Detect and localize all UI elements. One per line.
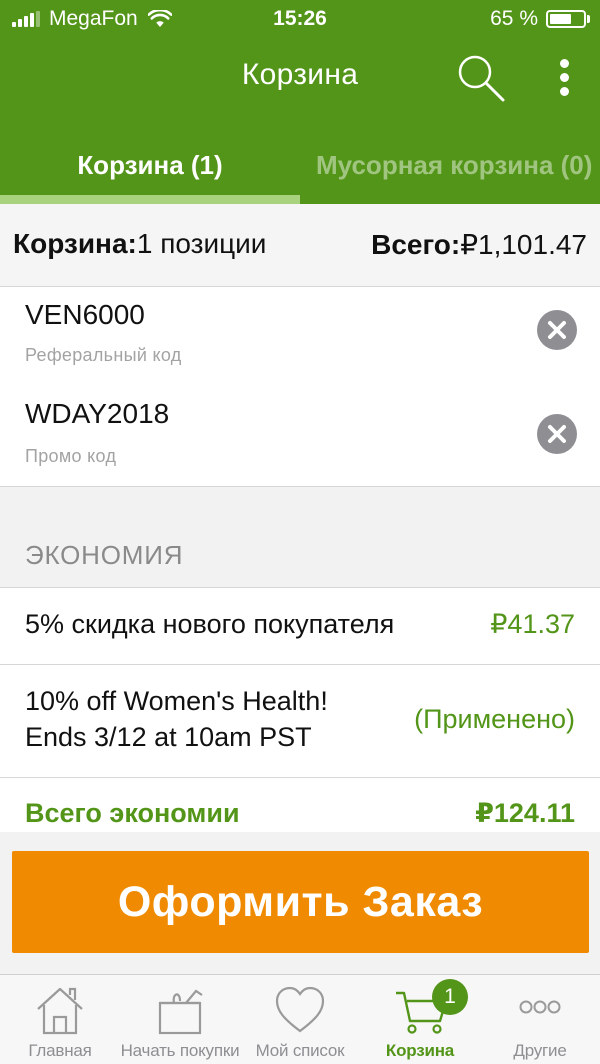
promo-code-label: Промо код (25, 446, 117, 466)
savings-item: 5% скидка нового покупателя ₽41.37 (0, 588, 600, 665)
more-vertical-icon (559, 87, 569, 96)
tab-cart[interactable]: Корзина (1) (0, 130, 300, 204)
active-tab-indicator (0, 195, 300, 204)
savings-total-row: Всего экономии ₽124.11 (0, 778, 600, 832)
bottom-tab-bar: Главная Начать покупки Мой список Корзин… (0, 974, 600, 1064)
remove-referral-code-button[interactable] (537, 310, 577, 350)
cart-count-label: Корзина: (13, 228, 137, 259)
savings-item-label-line2: Ends 3/12 at 10am PST (25, 722, 312, 752)
savings-section-header: ЭКОНОМИЯ (0, 487, 600, 588)
status-right: 65 % (490, 7, 590, 31)
savings-item: 10% off Women's Health! Ends 3/12 at 10a… (0, 665, 600, 778)
referral-code-label: Реферальный код (25, 345, 182, 365)
savings-section-title: ЭКОНОМИЯ (25, 540, 184, 570)
home-icon (37, 987, 83, 1035)
battery-cap (587, 15, 590, 23)
tabbar-item-start-shopping[interactable]: Начать покупки (120, 975, 240, 1064)
savings-item-value: ₽41.37 (490, 609, 575, 639)
savings-total-value: ₽124.11 (475, 798, 575, 828)
search-button[interactable] (455, 52, 507, 104)
tabs: Корзина (1) Мусорная корзина (0) (0, 130, 600, 204)
gift-icon (158, 989, 203, 1035)
remove-promo-code-button[interactable] (537, 414, 577, 454)
more-icon (519, 1000, 561, 1014)
battery-icon (546, 10, 586, 28)
close-icon (548, 425, 566, 443)
referral-code-value: VEN6000 (25, 299, 145, 330)
app-header: MegaFon 15:26 65 % Корзина Корзина (1) М… (0, 0, 600, 204)
cart-count-value: 1 позиции (136, 228, 267, 259)
battery-percent: 65 % (490, 7, 538, 30)
tabbar-label: Мой список (255, 1041, 345, 1060)
close-icon (548, 321, 566, 339)
savings-item-label: 10% off Women's Health! Ends 3/12 at 10a… (25, 683, 328, 755)
cart-total-label: Всего: (371, 229, 461, 260)
battery-fill (550, 14, 571, 24)
checkout-area: Оформить Заказ (0, 832, 600, 974)
tabbar-item-my-list[interactable]: Мой список (240, 975, 360, 1064)
cart-total: Всего:₽1,101.47 (371, 228, 587, 261)
cart-total-value: ₽1,101.47 (460, 229, 587, 260)
more-options-button[interactable] (548, 54, 580, 104)
promo-code-row: WDAY2018 Промо код (0, 382, 600, 487)
tab-trash[interactable]: Мусорная корзина (0) (316, 130, 592, 204)
heart-icon (275, 986, 325, 1033)
savings-item-value: (Применено) (414, 704, 575, 734)
tabbar-item-home[interactable]: Главная (0, 975, 120, 1064)
tabbar-label: Начать покупки (120, 1041, 240, 1060)
more-vertical-icon (559, 73, 569, 82)
tabbar-label: Другие (513, 1041, 567, 1060)
tabbar-label: Корзина (385, 1041, 455, 1060)
savings-item-label-line1: 10% off Women's Health! (25, 686, 328, 716)
tabbar-item-more[interactable]: Другие (480, 975, 600, 1064)
savings-item-label: 5% скидка нового покупателя (25, 609, 395, 639)
status-bar: MegaFon 15:26 65 % (0, 0, 600, 40)
savings-total-label: Всего экономии (25, 798, 240, 828)
more-vertical-icon (559, 59, 569, 68)
checkout-button[interactable]: Оформить Заказ (12, 851, 589, 953)
promo-code-value: WDAY2018 (25, 398, 170, 429)
cart-count: Корзина:1 позиции (13, 228, 266, 260)
referral-code-row: VEN6000 Реферальный код (0, 287, 600, 392)
page-title: Корзина (241, 58, 359, 91)
cart-count-badge: 1 (432, 979, 468, 1015)
cart-summary: Корзина:1 позиции Всего:₽1,101.47 (0, 204, 600, 287)
search-icon (458, 55, 505, 102)
